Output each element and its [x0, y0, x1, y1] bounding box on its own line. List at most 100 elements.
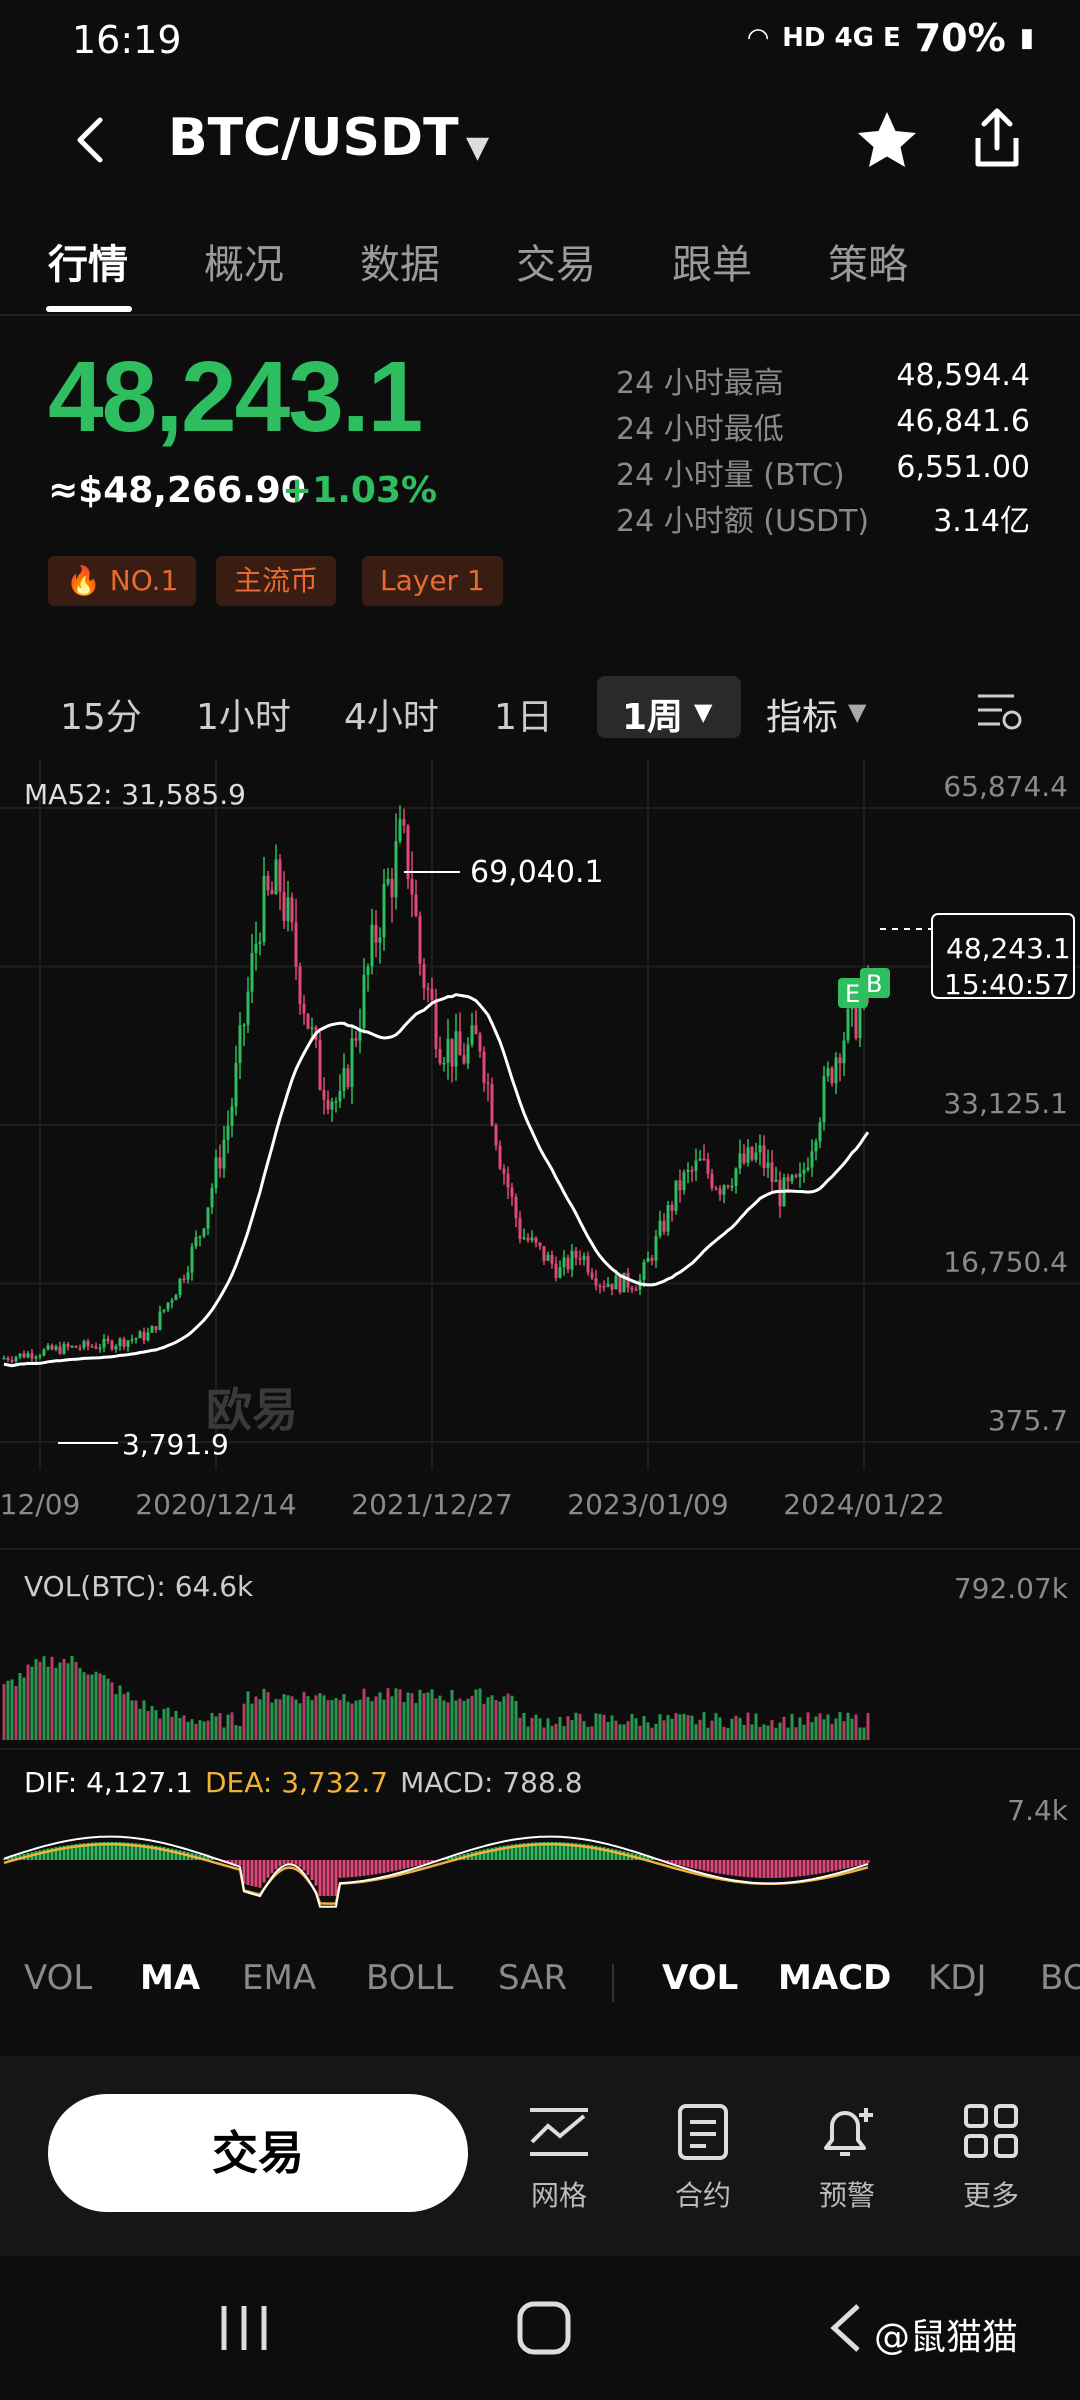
- ind-ema[interactable]: EMA: [242, 1958, 316, 1998]
- more-label[interactable]: 更多: [946, 2174, 1036, 2214]
- price-chart[interactable]: 65,874.449,499.833,125.116,750.4375.7 12…: [0, 760, 1080, 1530]
- tab-data[interactable]: 数据: [360, 232, 440, 290]
- macd-bar: [750, 1860, 754, 1878]
- volume-bar: [382, 1699, 386, 1740]
- macd-bar: [370, 1860, 374, 1875]
- macd-bar: [742, 1860, 746, 1877]
- volume-bar: [514, 1701, 518, 1740]
- trade-button[interactable]: 交易: [48, 2094, 468, 2212]
- indicator-menu[interactable]: 指标: [766, 688, 838, 740]
- volume-bar: [38, 1661, 42, 1740]
- candle-body: [158, 1311, 162, 1330]
- volume-bar: [78, 1668, 82, 1740]
- volume-bar: [222, 1727, 226, 1740]
- volume-bar: [190, 1719, 194, 1740]
- macd-bar: [682, 1860, 686, 1867]
- volume-bar: [786, 1727, 790, 1740]
- indicator-dropdown-icon[interactable]: ▼: [848, 698, 866, 726]
- share-icon[interactable]: [962, 104, 1032, 174]
- ind-ma[interactable]: MA: [140, 1958, 200, 1998]
- grid-bot-icon[interactable]: [524, 2102, 594, 2162]
- contract-icon[interactable]: [668, 2102, 738, 2162]
- ind-macd[interactable]: MACD: [778, 1958, 891, 1998]
- volume-bar: [430, 1689, 434, 1740]
- macd-bar: [818, 1860, 822, 1874]
- tab-strategy[interactable]: 策略: [828, 232, 908, 290]
- volume-bar: [542, 1727, 546, 1740]
- rank-badge[interactable]: 🔥 NO.1: [48, 556, 197, 606]
- tf-1d[interactable]: 1日: [494, 688, 553, 740]
- tab-trade[interactable]: 交易: [516, 232, 596, 290]
- tab-overview[interactable]: 概况: [204, 232, 284, 290]
- candle-body: [62, 1343, 66, 1354]
- volume-bar: [210, 1712, 214, 1740]
- pair-title[interactable]: BTC/USDT: [168, 108, 459, 168]
- pair-dropdown-icon[interactable]: ▼: [466, 130, 489, 165]
- volume-bar: [198, 1720, 202, 1740]
- tab-copy[interactable]: 跟单: [672, 232, 752, 290]
- volume-bar: [342, 1694, 346, 1740]
- chart-settings-icon[interactable]: [974, 690, 1024, 734]
- back-arrow-icon[interactable]: [62, 110, 122, 170]
- category-badge[interactable]: 主流币: [216, 556, 337, 606]
- stat-value: 3.14亿: [933, 504, 1030, 539]
- candle-body: [382, 883, 386, 938]
- volume-bar: [34, 1659, 38, 1740]
- home-icon[interactable]: [514, 2298, 574, 2358]
- ind-kdj[interactable]: KDJ: [928, 1958, 987, 1998]
- ind-vol-sub[interactable]: VOL: [662, 1958, 738, 1998]
- tf-1h[interactable]: 1小时: [196, 688, 291, 740]
- macd-bar: [330, 1860, 334, 1896]
- alert-bell-icon[interactable]: [812, 2102, 882, 2162]
- volume-bar: [62, 1658, 66, 1740]
- macd-value: MACD: 788.8: [400, 1766, 583, 1799]
- layer-badge[interactable]: Layer 1: [362, 556, 503, 606]
- candle-body: [106, 1338, 110, 1342]
- contract-label[interactable]: 合约: [658, 2174, 748, 2214]
- grid-label[interactable]: 网格: [514, 2174, 604, 2214]
- ind-sar[interactable]: SAR: [498, 1958, 567, 1998]
- volume-bar: [746, 1712, 750, 1740]
- candle-body: [126, 1340, 130, 1347]
- candle-body: [190, 1246, 194, 1273]
- favorite-star-icon[interactable]: [852, 106, 922, 176]
- volume-bar: [658, 1714, 662, 1740]
- macd-bar: [422, 1860, 426, 1865]
- candle-body: [350, 1038, 354, 1087]
- candle-body: [386, 878, 390, 884]
- alert-label[interactable]: 预警: [802, 2174, 892, 2214]
- y-tick-label: 375.7: [988, 1404, 1068, 1437]
- volume-bar: [322, 1695, 326, 1740]
- tab-market[interactable]: 行情: [48, 232, 128, 290]
- tf-dropdown-icon[interactable]: ▼: [694, 698, 712, 726]
- volume-bar: [154, 1710, 158, 1740]
- volume-bar: [446, 1702, 450, 1740]
- ind-bo[interactable]: BO: [1040, 1958, 1080, 1998]
- recent-apps-icon[interactable]: [214, 2300, 274, 2356]
- x-axis: 12/09 2020/12/14 2021/12/27 2023/01/09 2024/…: [0, 1488, 945, 1521]
- macd-bar: [714, 1860, 718, 1873]
- tf-15m[interactable]: 15分: [60, 688, 142, 740]
- volume-bar: [326, 1700, 330, 1740]
- macd-bar: [678, 1860, 682, 1866]
- candle-body: [798, 1173, 802, 1177]
- nav-back-icon[interactable]: [826, 2302, 866, 2354]
- tf-1w[interactable]: 1周: [622, 688, 683, 740]
- volume-bar: [758, 1726, 762, 1740]
- volume-bar: [226, 1714, 230, 1740]
- candle-body: [150, 1326, 154, 1333]
- ind-boll[interactable]: BOLL: [366, 1958, 453, 1998]
- macd-bar: [766, 1860, 770, 1878]
- volume-bar: [810, 1722, 814, 1740]
- ind-vol-main[interactable]: VOL: [24, 1958, 92, 1998]
- candle-body: [578, 1257, 582, 1260]
- candle-body: [194, 1237, 198, 1247]
- candle-body: [498, 1145, 502, 1169]
- volume-bar: [694, 1724, 698, 1740]
- candle-body: [110, 1341, 114, 1350]
- tf-4h[interactable]: 4小时: [344, 688, 439, 740]
- more-grid-icon[interactable]: [956, 2102, 1026, 2162]
- candle-body: [162, 1309, 166, 1312]
- candle-body: [674, 1180, 678, 1211]
- candle-body: [310, 1027, 314, 1029]
